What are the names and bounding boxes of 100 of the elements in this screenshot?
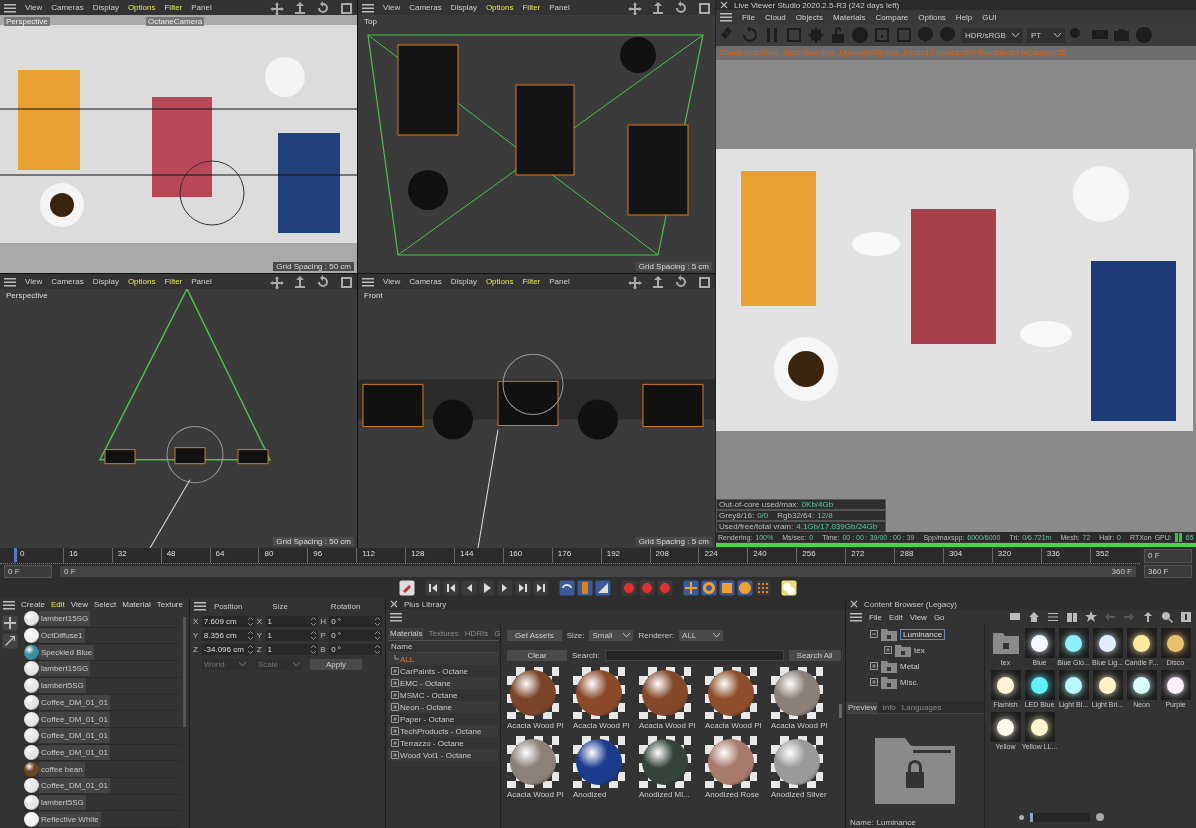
tree-item[interactable]: TechProducts - Octane [388,725,498,737]
menu-icon[interactable] [850,612,862,622]
first-frame-icon[interactable] [425,580,441,596]
material-name[interactable]: Speckled Blue [39,644,95,660]
menu-item[interactable]: Options [918,12,946,22]
menu-item[interactable]: Compare [875,12,909,22]
search-field[interactable] [604,649,784,661]
material-name[interactable]: OctDiffuse1 [39,628,85,644]
circles-icon[interactable] [781,580,797,596]
apply-button[interactable]: Apply [310,658,362,670]
point-grid-icon[interactable] [755,580,771,596]
collapse-icon[interactable] [870,630,878,638]
material-thumbnail[interactable] [639,736,691,788]
expand-icon[interactable] [391,691,399,699]
menu-item[interactable]: Display [92,277,119,286]
loop-icon[interactable] [559,580,575,596]
material-thumbnail[interactable] [573,736,625,788]
light-thumbnail[interactable] [1126,628,1157,658]
menu-item[interactable]: Panel [191,3,212,12]
number-field[interactable]: 0 ° [329,643,382,655]
material-name[interactable]: Acacia Wood Pl [507,790,564,799]
tab[interactable]: Materials [388,627,425,639]
material-sphere[interactable] [24,678,39,694]
menu-item[interactable]: View [383,277,401,286]
rotate-icon[interactable] [674,274,688,289]
expand-icon[interactable] [391,727,399,735]
keyframe-selection-icon[interactable] [657,580,673,596]
timeline-ruler[interactable]: 0 16 32 48 64 80 96 112 128 144 160 176 192 208 224 240 256 272 288 304 320 336 352 [0,548,1140,564]
tree-item[interactable]: Misc. [870,674,984,690]
light-thumbnail[interactable] [1058,628,1089,658]
menu-item[interactable]: Edit [888,612,903,622]
menu-icon[interactable] [362,276,374,287]
tree-item[interactable]: Terrazzo - Octane [388,737,498,749]
menu-item[interactable]: Create [21,600,45,610]
previous-frame-icon[interactable] [461,580,477,596]
tree-item[interactable]: MSMC - Octane [388,689,498,701]
film-icon[interactable] [577,580,593,596]
material-sphere[interactable] [24,661,39,677]
tree-item[interactable]: CarPaints - Octane [388,665,498,677]
expand-icon[interactable] [391,703,399,711]
material-sphere[interactable] [24,778,39,794]
frame-field[interactable]: 0 F [1144,549,1192,563]
light-thumbnail[interactable] [1024,712,1055,742]
move-icon[interactable] [628,274,642,289]
expand-icon[interactable] [391,667,399,675]
menu-item[interactable]: View [909,612,927,622]
tree-item[interactable]: ALL [388,653,498,665]
material-thumbnail[interactable] [771,736,823,788]
expand-icon[interactable] [884,646,892,654]
frame-field[interactable]: 0 F [4,564,52,578]
rotate-icon[interactable] [316,0,330,15]
tree-item[interactable]: Neon - Octane [388,701,498,713]
menu-item[interactable]: Objects [795,12,823,22]
menu-item[interactable]: Filter [522,3,541,12]
expand-icon[interactable] [391,751,399,759]
light-thumbnail[interactable] [1024,628,1055,658]
menu-icon[interactable] [390,612,402,622]
tree-item[interactable]: EMC - Octane [388,677,498,689]
autokey-icon[interactable] [639,580,655,596]
star-icon[interactable] [1085,611,1097,623]
material-thumbnail[interactable] [705,736,757,788]
move-icon[interactable] [683,580,699,596]
home-icon[interactable] [1028,611,1040,623]
menu-item[interactable]: File [742,12,755,22]
rotate-icon[interactable] [701,580,717,596]
menu-item[interactable]: Filter [164,3,183,12]
playhead-handle[interactable] [14,548,17,562]
scrollbar[interactable] [838,704,842,718]
menu-item[interactable]: Display [92,3,119,12]
next-frame-icon[interactable] [497,580,513,596]
motion-icon[interactable] [595,580,611,596]
move-icon[interactable] [270,0,284,15]
expand-icon[interactable] [870,662,878,670]
material-sphere[interactable] [24,811,39,827]
tab[interactable]: G [492,627,503,639]
add-icon[interactable] [1180,611,1192,623]
menu-item[interactable]: Panel [549,277,570,286]
material-sphere[interactable] [24,761,39,777]
menu-item[interactable]: Cameras [409,277,442,286]
number-field[interactable]: 7.609 cm [201,615,255,627]
menu-item[interactable]: Cloud [764,12,786,22]
book-icon[interactable] [1066,611,1078,623]
next-key-icon[interactable] [515,580,531,596]
tree-item[interactable]: tex [884,642,984,658]
material-name[interactable]: Anodized Rose [705,790,760,799]
material-sphere[interactable] [24,711,39,727]
light-thumbnail[interactable] [990,670,1021,700]
scrollbar[interactable] [183,617,186,728]
menu-item[interactable]: File [869,612,882,622]
window-icon[interactable] [339,0,353,15]
menu-item[interactable]: Panel [549,3,570,12]
material-sphere[interactable] [24,644,39,660]
number-field[interactable]: 0 ° [329,615,382,627]
material-name[interactable]: Anodized [573,790,607,799]
menu-icon[interactable] [362,2,374,13]
rotate-icon[interactable] [674,0,688,15]
menu-icon[interactable] [720,12,732,22]
move-icon[interactable] [270,274,284,289]
arrow-icon[interactable] [2,633,18,650]
light-thumbnail[interactable] [1092,628,1123,658]
